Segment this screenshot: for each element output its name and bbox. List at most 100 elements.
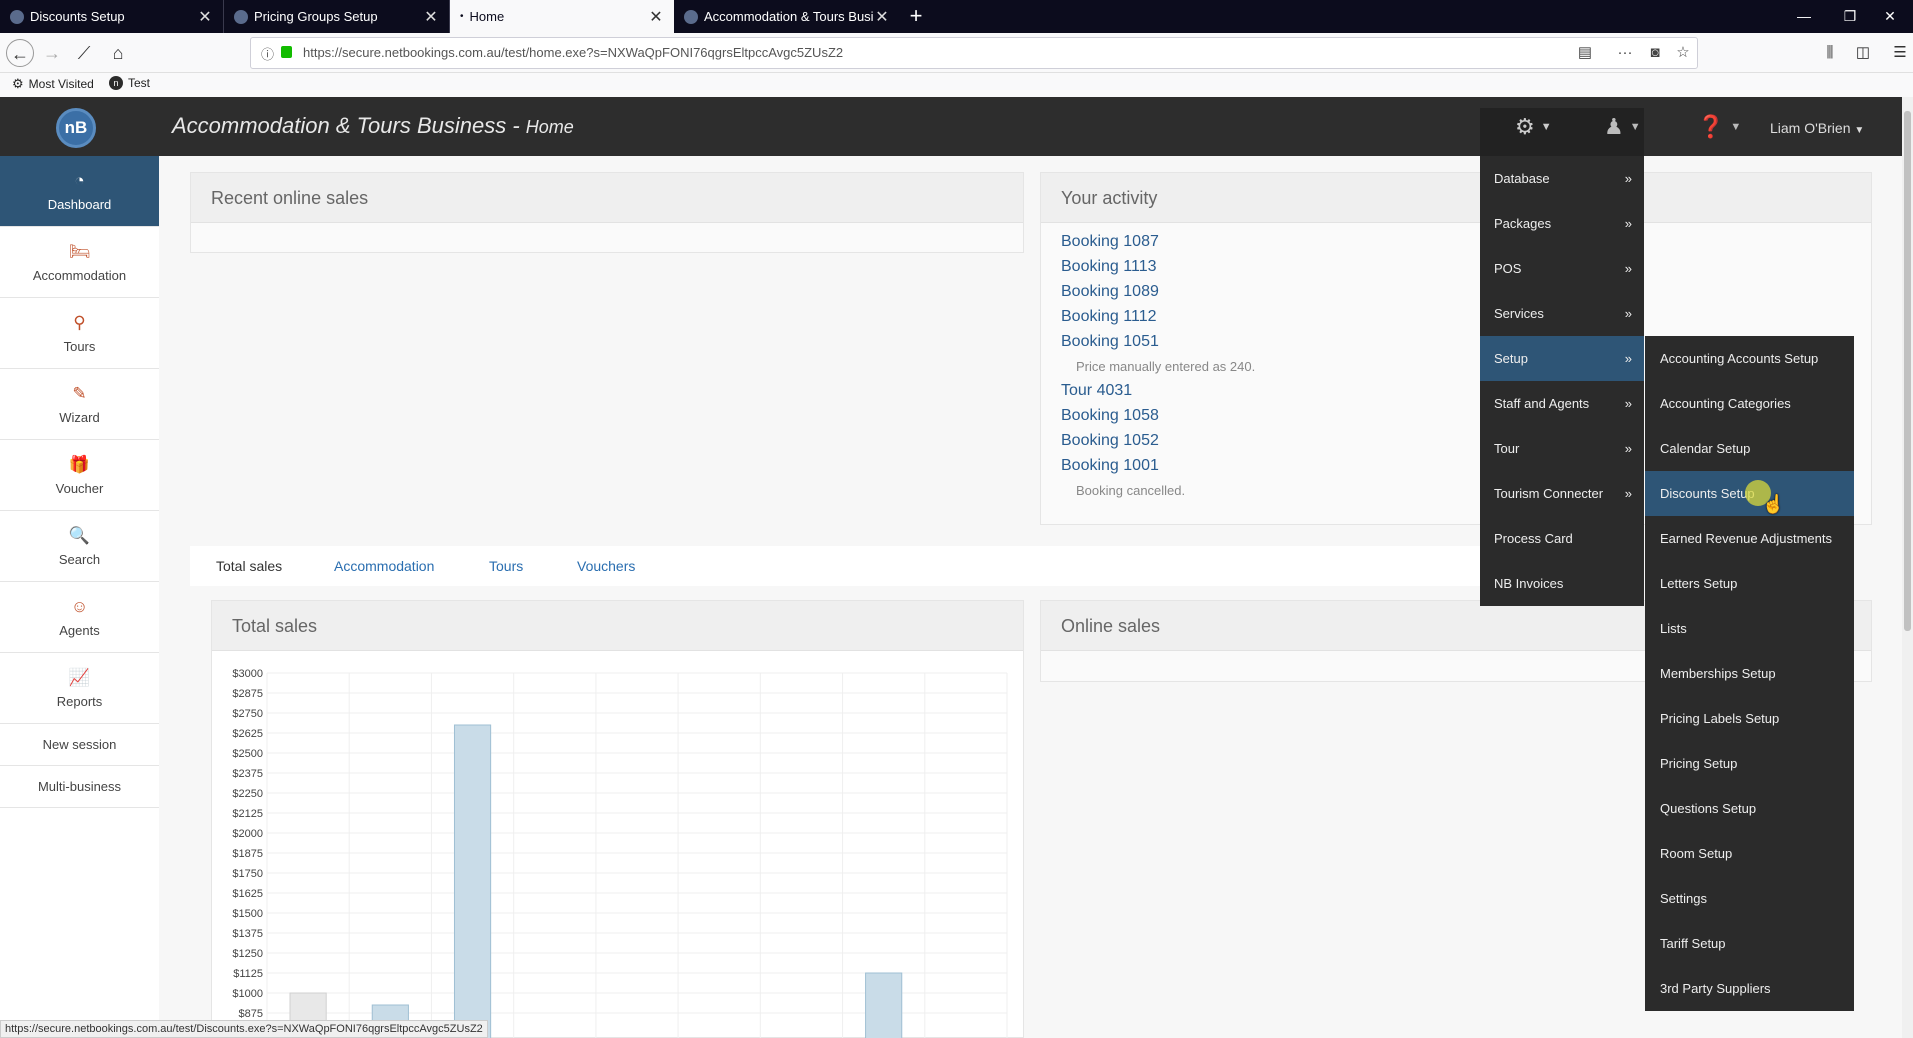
browser-tab-accommodation[interactable]: Accommodation & Tours Busi ✕ <box>674 0 900 33</box>
sidebar-item-tours[interactable]: ⚲ Tours <box>0 298 159 369</box>
submenu-arrow-icon: » <box>1624 261 1632 276</box>
browser-tab-home[interactable]: • Home ✕ <box>450 0 674 33</box>
submenu-item-settings[interactable]: Settings <box>1645 876 1854 921</box>
page-actions-icon[interactable]: ··· <box>1611 38 1639 68</box>
close-tab-icon[interactable]: ✕ <box>648 7 664 27</box>
caret-down-icon: ▼ <box>1730 121 1742 133</box>
address-bar[interactable]: ⓘ https://secure.netbookings.com.au/test… <box>250 37 1698 69</box>
reader-view-icon[interactable]: ▤ <box>1571 38 1599 68</box>
sidebar-item-wizard[interactable]: ✎ Wizard <box>0 369 159 440</box>
y-tick-label: $3000 <box>232 668 263 680</box>
back-icon[interactable]: ← <box>6 39 34 67</box>
submenu-item-letters-setup[interactable]: Letters Setup <box>1645 561 1854 606</box>
activity-link[interactable]: Tour 4031 <box>1061 382 1132 400</box>
menu-item-process-card[interactable]: Process Card <box>1480 516 1644 561</box>
tab-tours[interactable]: Tours <box>489 546 523 586</box>
forward-icon[interactable]: → <box>38 39 66 67</box>
menu-item-services[interactable]: Services » <box>1480 291 1644 336</box>
submenu-item-accounting-categories[interactable]: Accounting Categories <box>1645 381 1854 426</box>
tab-title: Accommodation & Tours Busi <box>704 9 874 24</box>
menu-item-database[interactable]: Database » <box>1480 156 1644 201</box>
tab-accommodation[interactable]: Accommodation <box>334 546 434 586</box>
sidebar-item-search[interactable]: 🔍 Search <box>0 511 159 582</box>
tab-total-sales[interactable]: Total sales <box>216 546 282 586</box>
total-sales-panel: Total sales $3000 $2875 $2750 $2625 $2500 $23… <box>211 600 1024 1038</box>
bar[interactable] <box>865 972 903 1038</box>
netbookings-favicon-icon <box>10 9 24 24</box>
browser-tab-pricing-groups[interactable]: Pricing Groups Setup ✕ <box>224 0 450 33</box>
close-tab-icon[interactable]: ✕ <box>197 7 213 27</box>
page-scrollbar[interactable] <box>1902 97 1913 1038</box>
pocket-icon[interactable]: ◙ <box>1641 38 1669 68</box>
help-menu-toggle[interactable]: ❓ ▼ <box>1697 114 1741 140</box>
submenu-item-room-setup[interactable]: Room Setup <box>1645 831 1854 876</box>
browser-tab-discounts[interactable]: Discounts Setup ✕ <box>0 0 224 33</box>
bookmark-star-icon[interactable]: ☆ <box>1669 38 1697 68</box>
submenu-item-memberships-setup[interactable]: Memberships Setup <box>1645 651 1854 696</box>
multi-business-link[interactable]: Multi-business <box>0 766 159 808</box>
new-session-link[interactable]: New session <box>0 724 159 766</box>
lock-icon <box>281 46 292 58</box>
stop-icon[interactable]: ⟋ <box>70 39 98 67</box>
menu-item-label: Setup <box>1494 351 1528 366</box>
home-icon[interactable]: ⌂ <box>104 39 132 67</box>
activity-link[interactable]: Booking 1087 <box>1061 233 1159 251</box>
close-window-icon[interactable]: ✕ <box>1867 0 1913 33</box>
gear-icon: ⚙ <box>12 76 24 91</box>
submenu-item-3rd-party-suppliers[interactable]: 3rd Party Suppliers <box>1645 966 1854 1011</box>
activity-link[interactable]: Booking 1051 <box>1061 333 1159 351</box>
library-icon[interactable]: ⫼ <box>1816 39 1844 67</box>
sidebar-item-accommodation[interactable]: 🛏 Accommodation <box>0 227 159 298</box>
bookmark-test[interactable]: n Test <box>109 76 150 90</box>
close-tab-icon[interactable]: ✕ <box>874 7 890 27</box>
sidebar-item-agents[interactable]: ☺ Agents <box>0 582 159 653</box>
sidebar-item-reports[interactable]: 📈 Reports <box>0 653 159 724</box>
menu-item-tour[interactable]: Tour » <box>1480 426 1644 471</box>
activity-link[interactable]: Booking 1052 <box>1061 432 1159 450</box>
bookmark-label: Test <box>128 76 151 90</box>
submenu-item-accounting-accounts-setup[interactable]: Accounting Accounts Setup <box>1645 336 1854 381</box>
sidebar-toggle-icon[interactable]: ◫ <box>1849 39 1877 67</box>
activity-link[interactable]: Booking 1113 <box>1061 258 1156 276</box>
scrollbar-thumb[interactable] <box>1904 111 1911 631</box>
submenu-item-lists[interactable]: Lists <box>1645 606 1854 651</box>
menu-item-setup[interactable]: Setup » <box>1480 336 1644 381</box>
activity-link[interactable]: Booking 1001 <box>1061 457 1159 475</box>
new-tab-button[interactable]: + <box>904 3 928 29</box>
panel-title: Your activity <box>1041 173 1871 223</box>
bar[interactable] <box>453 724 492 1038</box>
submenu-item-questions-setup[interactable]: Questions Setup <box>1645 786 1854 831</box>
y-tick-label: $2125 <box>232 808 263 820</box>
sidebar-item-label: Reports <box>56 694 103 709</box>
browser-status-bar: https://secure.netbookings.com.au/test/D… <box>0 1020 488 1038</box>
bookmark-most-visited[interactable]: ⚙ Most Visited <box>12 76 94 92</box>
sidebar-item-dashboard[interactable]: ◔ Dashboard <box>0 156 159 227</box>
activity-link[interactable]: Booking 1089 <box>1061 283 1159 301</box>
activity-link[interactable]: Booking 1112 <box>1061 308 1156 326</box>
submenu-item-tariff-setup[interactable]: Tariff Setup <box>1645 921 1854 966</box>
sidebar-item-voucher[interactable]: 🎁 Voucher <box>0 440 159 511</box>
netbookings-favicon-icon <box>684 9 698 24</box>
menu-item-tourism-connecter[interactable]: Tourism Connecter » <box>1480 471 1644 516</box>
menu-item-staff-and-agents[interactable]: Staff and Agents » <box>1480 381 1644 426</box>
menu-item-label: Services <box>1494 306 1544 321</box>
submenu-item-earned-revenue-adjustments[interactable]: Earned Revenue Adjustments <box>1645 516 1854 561</box>
tab-vouchers[interactable]: Vouchers <box>577 546 635 586</box>
submenu-item-calendar-setup[interactable]: Calendar Setup <box>1645 426 1854 471</box>
bookmarks-bar: ⚙ Most Visited n Test <box>0 73 1913 97</box>
submenu-item-pricing-setup[interactable]: Pricing Setup <box>1645 741 1854 786</box>
agent-menu-toggle[interactable]: ♟ ▼ <box>1604 114 1641 140</box>
menu-icon[interactable]: ☰ <box>1886 39 1913 67</box>
help-icon: ❓ <box>1697 114 1725 139</box>
minimize-icon[interactable]: — <box>1781 0 1827 33</box>
user-menu-toggle[interactable]: Liam O'Brien ▼ <box>1770 120 1864 136</box>
info-icon[interactable]: ⓘ <box>261 44 279 62</box>
settings-toggle-content: ⚙ ▼ <box>1515 114 1552 140</box>
menu-item-packages[interactable]: Packages » <box>1480 201 1644 246</box>
close-tab-icon[interactable]: ✕ <box>423 7 439 27</box>
activity-link[interactable]: Booking 1058 <box>1061 407 1159 425</box>
netbookings-logo[interactable]: nB <box>56 108 96 148</box>
submenu-item-pricing-labels-setup[interactable]: Pricing Labels Setup <box>1645 696 1854 741</box>
menu-item-pos[interactable]: POS » <box>1480 246 1644 291</box>
menu-item-nb-invoices[interactable]: NB Invoices <box>1480 561 1644 606</box>
